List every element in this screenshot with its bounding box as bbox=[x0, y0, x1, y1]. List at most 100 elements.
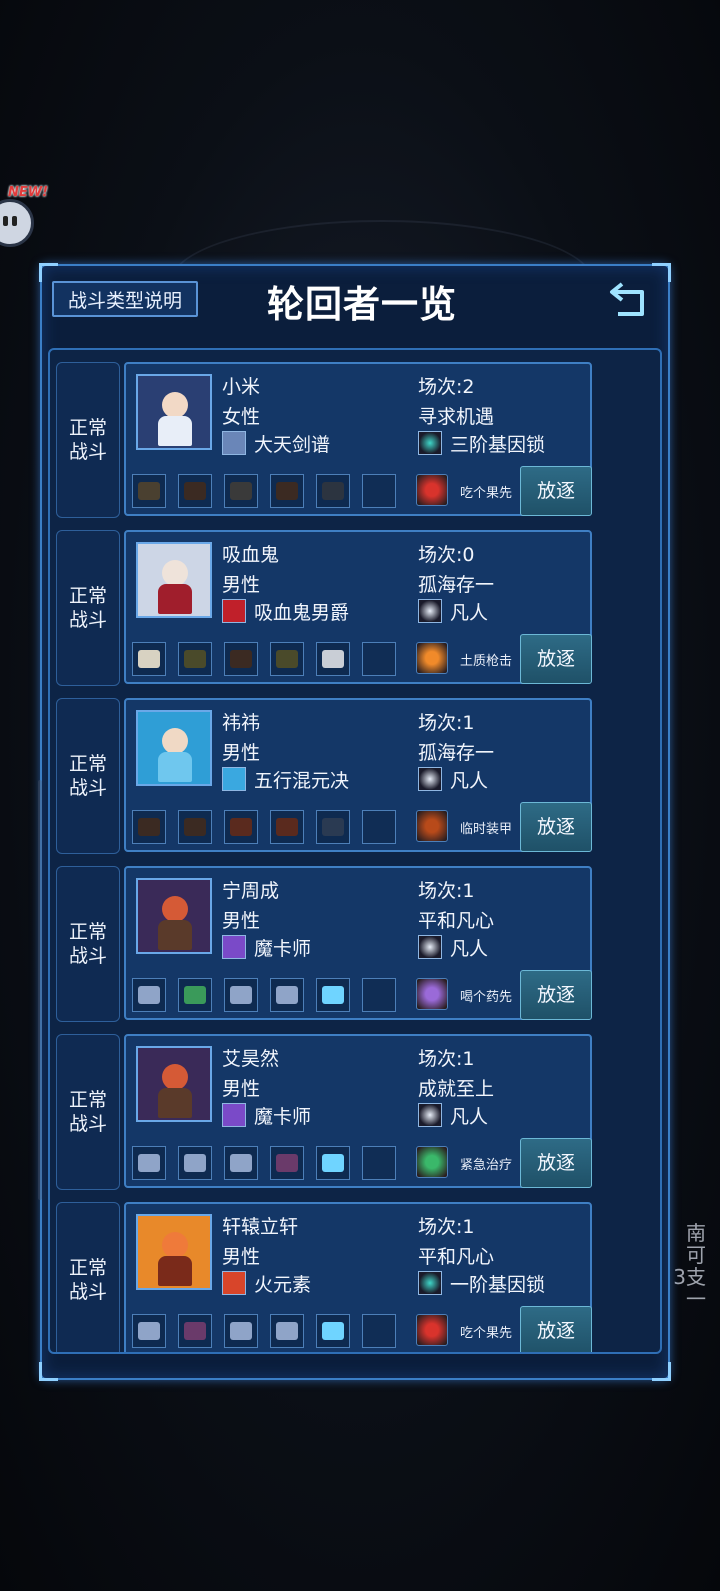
reincarnator-list[interactable]: 正常战斗 小米 女性 大天剑谱 场次:2 寻求机遇 三阶基因锁 吃个果先 放逐 … bbox=[48, 348, 662, 1354]
battle-count: 场次:2 bbox=[418, 376, 475, 398]
equipment-slot-hat[interactable] bbox=[270, 810, 304, 844]
equipment-slot-crystal[interactable] bbox=[270, 1314, 304, 1348]
crystal-icon bbox=[230, 986, 252, 1004]
equipment-slot-glasses[interactable] bbox=[178, 810, 212, 844]
avatar[interactable] bbox=[136, 710, 212, 786]
hat-icon bbox=[230, 818, 252, 836]
equipment-slot-crystal[interactable] bbox=[224, 1146, 258, 1180]
equipment-slot-crystal[interactable] bbox=[224, 1314, 258, 1348]
expel-button[interactable]: 放逐 bbox=[520, 802, 592, 852]
crystal-icon bbox=[276, 1322, 298, 1340]
equipment-slot-crystal[interactable] bbox=[270, 978, 304, 1012]
new-feature-badge[interactable]: NEW! bbox=[0, 185, 48, 247]
list-item: 正常战斗 轩辕立轩 男性 火元素 场次:1 平和凡心 一阶基因锁 吃个果先 放逐 bbox=[56, 1202, 656, 1352]
equipment-slot-ice-flower[interactable] bbox=[316, 978, 350, 1012]
equipment-slot-helmet[interactable] bbox=[270, 642, 304, 676]
battle-count: 场次:1 bbox=[418, 1216, 475, 1238]
expel-button[interactable]: 放逐 bbox=[520, 970, 592, 1020]
battle-type-label[interactable]: 正常战斗 bbox=[56, 362, 120, 518]
fruit-icon[interactable] bbox=[416, 474, 448, 506]
helmet-icon bbox=[276, 650, 298, 668]
battle-type-label[interactable]: 正常战斗 bbox=[56, 1202, 120, 1352]
gene-lock-icon bbox=[418, 1271, 442, 1295]
pistol-icon bbox=[322, 650, 344, 668]
equipment-slot-glasses[interactable] bbox=[132, 810, 166, 844]
battle-type-label[interactable]: 正常战斗 bbox=[56, 530, 120, 686]
character-gender: 女性 bbox=[222, 406, 261, 428]
battle-type-info-button[interactable]: 战斗类型说明 bbox=[52, 281, 198, 317]
character-rank: 凡人 bbox=[450, 1106, 489, 1128]
empty-equipment-slot[interactable] bbox=[362, 1146, 396, 1180]
equipment-slot-armor[interactable] bbox=[132, 474, 166, 508]
avatar-head bbox=[162, 560, 188, 586]
battle-count: 场次:1 bbox=[418, 880, 475, 902]
equipment-slot-tool[interactable] bbox=[224, 474, 258, 508]
tool-icon bbox=[230, 482, 252, 500]
list-item: 正常战斗 艾昊然 男性 魔卡师 场次:1 成就至上 凡人 紧急治疗 放逐 bbox=[56, 1034, 656, 1192]
avatar[interactable] bbox=[136, 878, 212, 954]
potion-icon[interactable] bbox=[416, 978, 448, 1010]
equipment-slot-crystal[interactable] bbox=[132, 978, 166, 1012]
equipment-slot-crystal[interactable] bbox=[132, 1146, 166, 1180]
crystal-icon bbox=[276, 986, 298, 1004]
equipment-slot-crystal[interactable] bbox=[132, 1314, 166, 1348]
equipment-slot-crystal[interactable] bbox=[224, 978, 258, 1012]
fireball-icon[interactable] bbox=[416, 642, 448, 674]
side-hint-line-1: 南可 bbox=[686, 1221, 706, 1267]
leaf-icon bbox=[184, 986, 206, 1004]
avatar[interactable] bbox=[136, 542, 212, 618]
heal-cross-icon[interactable] bbox=[416, 1146, 448, 1178]
back-button[interactable] bbox=[608, 280, 652, 320]
character-skill: 大天剑谱 bbox=[254, 434, 331, 456]
consumable-label: 吃个果先 bbox=[460, 486, 513, 501]
character-trait: 孤海存一 bbox=[418, 574, 495, 596]
side-hint-line-2: 3支 bbox=[673, 1265, 706, 1289]
avatar[interactable] bbox=[136, 1214, 212, 1290]
battle-type-label[interactable]: 正常战斗 bbox=[56, 1034, 120, 1190]
fruit-icon[interactable] bbox=[416, 1314, 448, 1346]
equipment-slot-ice-flower[interactable] bbox=[316, 1146, 350, 1180]
glasses-icon bbox=[276, 482, 298, 500]
battle-count: 场次:1 bbox=[418, 712, 475, 734]
empty-equipment-slot[interactable] bbox=[362, 642, 396, 676]
battle-type-text: 正常战斗 bbox=[68, 417, 107, 463]
equipment-slot-ore[interactable] bbox=[270, 1146, 304, 1180]
glasses-icon bbox=[138, 818, 160, 836]
equipment-slot-ore[interactable] bbox=[178, 1314, 212, 1348]
empty-equipment-slot[interactable] bbox=[362, 1314, 396, 1348]
blade-icon bbox=[322, 818, 344, 836]
character-rank: 凡人 bbox=[450, 938, 489, 960]
character-skill: 魔卡师 bbox=[254, 1106, 312, 1128]
expel-button[interactable]: 放逐 bbox=[520, 1306, 592, 1352]
battle-count: 场次:0 bbox=[418, 544, 475, 566]
equipment-slot-gun[interactable] bbox=[316, 474, 350, 508]
avatar[interactable] bbox=[136, 374, 212, 450]
shield-ring-icon[interactable] bbox=[416, 810, 448, 842]
expel-button[interactable]: 放逐 bbox=[520, 1138, 592, 1188]
avatar[interactable] bbox=[136, 1046, 212, 1122]
empty-equipment-slot[interactable] bbox=[362, 978, 396, 1012]
equipment-slot-leaf[interactable] bbox=[178, 978, 212, 1012]
hat-icon bbox=[276, 818, 298, 836]
equipment-slot-pistol[interactable] bbox=[316, 642, 350, 676]
equipment-slot-glasses[interactable] bbox=[270, 474, 304, 508]
empty-equipment-slot[interactable] bbox=[362, 474, 396, 508]
equipment-slot-glasses[interactable] bbox=[224, 642, 258, 676]
battle-type-label[interactable]: 正常战斗 bbox=[56, 866, 120, 1022]
avatar-head bbox=[162, 392, 188, 418]
equipment-slot-shirt[interactable] bbox=[132, 642, 166, 676]
expel-button[interactable]: 放逐 bbox=[520, 466, 592, 516]
panel-corner bbox=[39, 263, 58, 282]
equipment-slot-blade[interactable] bbox=[316, 810, 350, 844]
equipment-slot-hat[interactable] bbox=[224, 810, 258, 844]
equipment-slot-ice-flower[interactable] bbox=[316, 1314, 350, 1348]
empty-equipment-slot[interactable] bbox=[362, 810, 396, 844]
character-skill: 吸血鬼男爵 bbox=[254, 602, 350, 624]
panel-corner bbox=[652, 263, 671, 282]
equipment-slot-glasses[interactable] bbox=[178, 474, 212, 508]
battle-type-label[interactable]: 正常战斗 bbox=[56, 698, 120, 854]
equipment-slot-crystal[interactable] bbox=[178, 1146, 212, 1180]
battle-type-text: 正常战斗 bbox=[68, 1257, 107, 1303]
expel-button[interactable]: 放逐 bbox=[520, 634, 592, 684]
equipment-slot-helmet[interactable] bbox=[178, 642, 212, 676]
